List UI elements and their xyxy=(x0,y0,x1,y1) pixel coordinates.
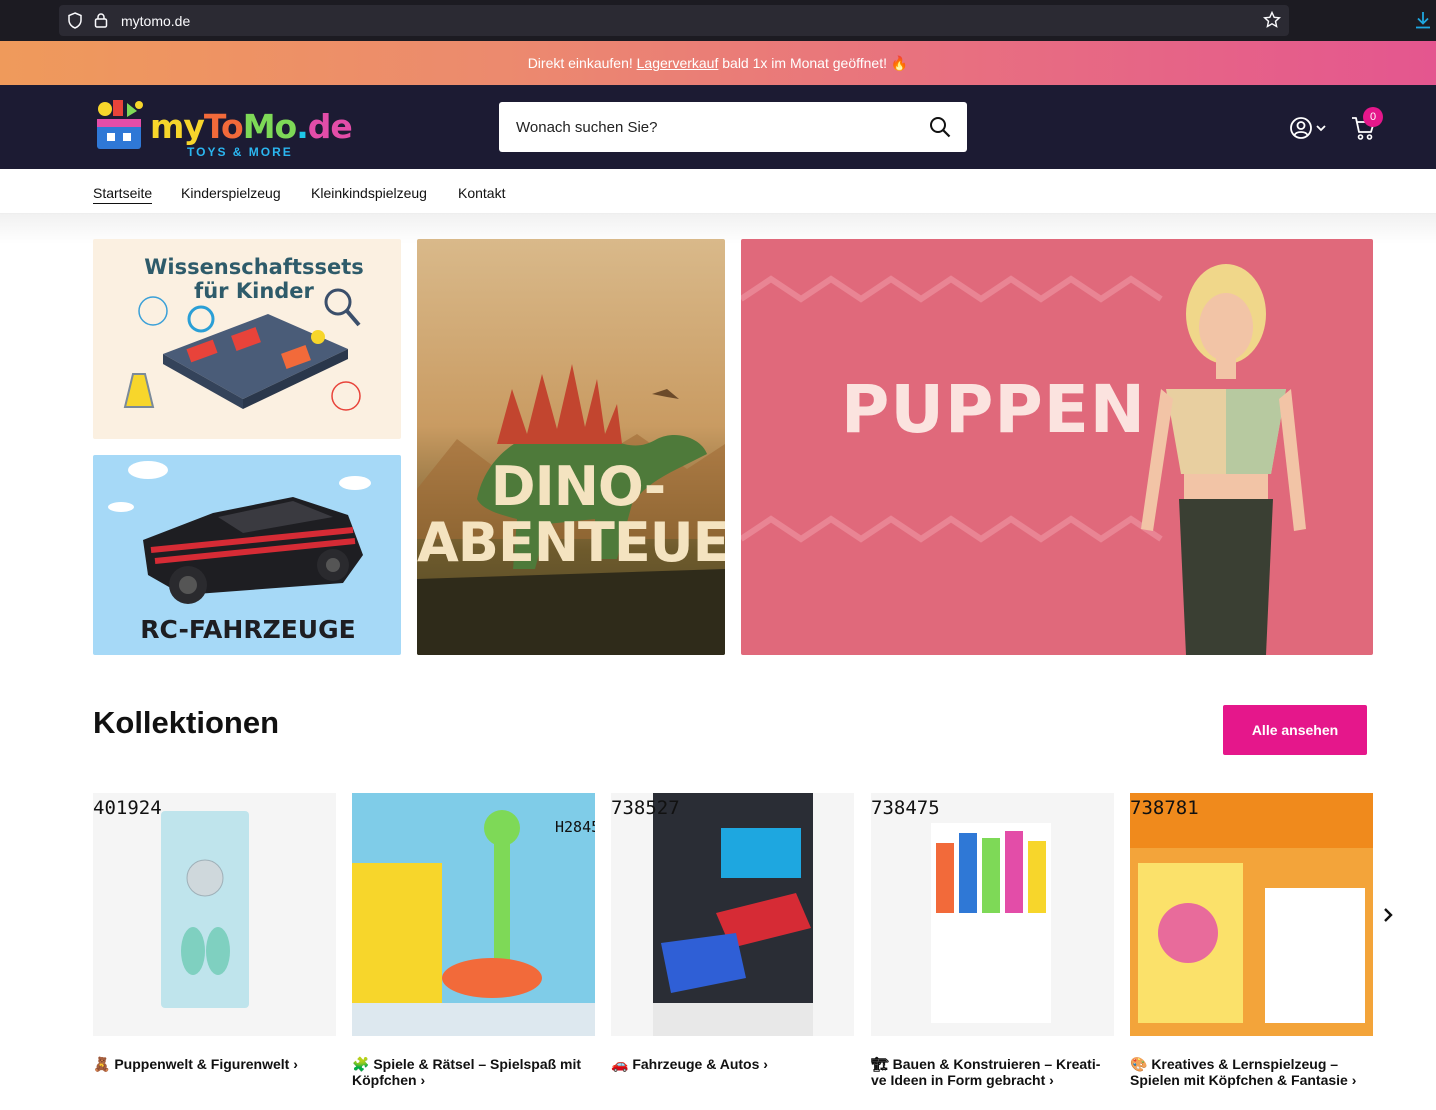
banner-dolls[interactable]: PUPPEN xyxy=(741,239,1373,655)
shield-icon[interactable] xyxy=(67,12,83,29)
dino-title: DINO- ABENTEUER xyxy=(417,455,725,574)
science-title: Wissenschaftssets für Kinder xyxy=(144,255,364,303)
announcement-text: Direkt einkaufen! xyxy=(527,55,637,71)
search-input[interactable] xyxy=(499,102,919,152)
collection-label-creative[interactable]: 🎨 Kreatives & Lernspielzeug – Spielen mi… xyxy=(1130,1056,1373,1088)
collection-card-vehicles[interactable]: 738527 xyxy=(611,793,854,1036)
collection-label-construction[interactable]: 🏗 Bauen & Konstruieren – Kreati-ve Ideen… xyxy=(871,1056,1114,1088)
search-box xyxy=(499,102,967,152)
card-code: 738527 xyxy=(611,797,680,819)
collection-card-dolls[interactable]: 401924 xyxy=(93,793,336,1036)
logo-wordmark[interactable]: myToMo.de xyxy=(150,107,353,146)
dolls-title: PUPPEN xyxy=(841,371,1147,448)
card-code: H2845 xyxy=(555,818,595,836)
banner-dino-adventure[interactable]: DINO- ABENTEUER xyxy=(417,239,725,655)
card-code: 738781 xyxy=(1130,797,1199,819)
logo-tagline: TOYS & MORE xyxy=(187,145,293,159)
nav-item-kinderspielzeug[interactable]: Kinderspielzeug xyxy=(181,185,281,201)
collection-card-games[interactable]: H2845 xyxy=(352,793,595,1036)
card-image-dolls xyxy=(161,811,249,1008)
bookmark-star-icon[interactable] xyxy=(1263,11,1281,29)
search-icon[interactable] xyxy=(929,116,951,138)
chevron-right-icon[interactable] xyxy=(1381,907,1395,923)
announcement-text-end: bald 1x im Monat geöffnet! 🔥 xyxy=(718,55,909,71)
collection-card-creative[interactable]: 738781 xyxy=(1130,793,1373,1036)
nav-item-startseite[interactable]: Startseite xyxy=(93,185,153,204)
collection-label-vehicles[interactable]: 🚗 Fahrzeuge & Autos › xyxy=(611,1056,854,1072)
card-code: 738475 xyxy=(871,797,940,819)
dinosaur-illustration xyxy=(417,364,725,655)
card-image-construction xyxy=(931,823,1051,1023)
rc-title: RC-FAHRZEUGE xyxy=(140,615,356,644)
card-image-creative xyxy=(1130,793,1373,1023)
nav-item-kontakt[interactable]: Kontakt xyxy=(458,185,505,201)
banner-rc-vehicles[interactable]: RC-FAHRZEUGE xyxy=(93,455,401,655)
view-all-button[interactable]: Alle ansehen xyxy=(1223,705,1367,755)
nav-item-kleinkindspielzeug[interactable]: Kleinkindspielzeug xyxy=(311,185,427,201)
lock-icon[interactable] xyxy=(94,12,108,28)
url-text[interactable]: mytomo.de xyxy=(121,13,190,29)
main-nav: Startseite Kinderspielzeug Kleinkindspie… xyxy=(0,169,1436,214)
cart-count-badge: 0 xyxy=(1363,107,1383,127)
banner-science-sets[interactable]: Wissenschaftssets für Kinder xyxy=(93,239,401,439)
card-code: 401924 xyxy=(93,797,162,819)
announcement-bar: Direkt einkaufen! Lagerverkauf bald 1x i… xyxy=(0,41,1436,85)
lagerverkauf-link[interactable]: Lagerverkauf xyxy=(637,55,719,71)
account-icon[interactable] xyxy=(1289,116,1329,140)
card-image-vehicles xyxy=(653,793,813,1036)
collections-heading: Kollektionen xyxy=(93,705,280,740)
collection-card-construction[interactable]: 738475 xyxy=(871,793,1114,1036)
download-icon[interactable] xyxy=(1414,10,1432,30)
collection-label-games[interactable]: 🧩 Spiele & Rätsel – Spielspaß mit Köpfch… xyxy=(352,1056,595,1088)
browser-toolbar: mytomo.de xyxy=(0,0,1436,41)
collection-label-dolls[interactable]: 🧸 Puppenwelt & Figurenwelt › xyxy=(93,1056,336,1072)
address-bar[interactable]: mytomo.de xyxy=(59,5,1289,36)
